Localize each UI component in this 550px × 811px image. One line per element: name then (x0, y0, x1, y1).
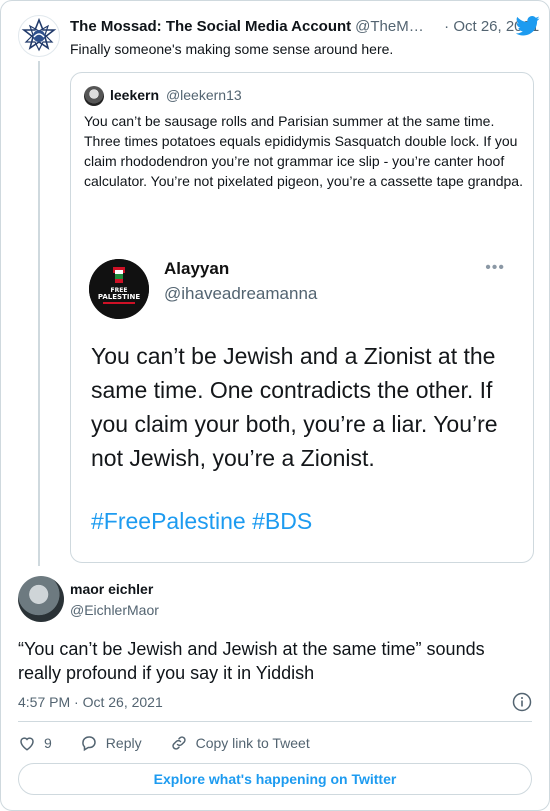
copy-link-button[interactable]: Copy link to Tweet (170, 734, 310, 752)
explore-twitter-button[interactable]: Explore what's happening on Twitter (18, 763, 532, 795)
reply-button[interactable]: Reply (80, 734, 142, 752)
mossad-avatar[interactable] (18, 15, 60, 57)
like-button[interactable]: 9 (18, 734, 52, 752)
reply-bubble-icon (82, 736, 96, 752)
actions-divider (18, 721, 532, 722)
thread-connector-line (38, 61, 40, 566)
quoted-text: You can’t be sausage rolls and Parisian … (84, 113, 523, 189)
image-hashtags: #FreePalestine #BDS (91, 508, 313, 534)
reply-timestamp[interactable]: 4:57 PM · Oct 26, 2021 (18, 694, 163, 710)
image-author-handle: @ihaveadreamanna (164, 284, 318, 303)
reply-author-name[interactable]: maor eichler (70, 581, 153, 597)
copy-link-label: Copy link to Tweet (195, 735, 310, 751)
free-palestine-avatar: FREE PALESTINE (89, 259, 149, 319)
quoted-author-name: leekern (110, 87, 160, 103)
reply-author-handle[interactable]: @EichlerMaor (70, 602, 159, 618)
reply-label: Reply (105, 735, 142, 751)
fist-logo-icon: FREE PALESTINE (89, 259, 149, 319)
ellipsis-icon: ••• (485, 259, 505, 276)
embedded-tweet-card: The Mossad: The Social Media Account @Th… (0, 0, 550, 811)
author-handle[interactable]: @TheMossad (355, 18, 430, 35)
heart-icon (20, 737, 34, 751)
tweet-text: Finally someone's making some sense arou… (70, 41, 394, 57)
link-icon (171, 736, 186, 750)
quoted-image[interactable]: FREE PALESTINE Alayyan @ihaveadreamanna … (89, 251, 519, 551)
info-icon[interactable] (511, 691, 533, 713)
quoted-tweet[interactable]: leekern @leekern13 You can’t be sausage … (70, 72, 534, 563)
quoted-avatar (84, 86, 104, 106)
action-bar: 9 Reply Copy link to Tweet (18, 732, 338, 754)
like-count: 9 (44, 735, 52, 751)
twitter-bird-icon[interactable] (516, 15, 540, 37)
quoted-header: leekern @leekern13 (110, 87, 242, 103)
tweet-header: The Mossad: The Social Media Account @Th… (70, 15, 540, 37)
image-author-name: Alayyan (164, 259, 230, 278)
mossad-emblem-icon (21, 17, 57, 52)
reply-avatar[interactable] (18, 576, 64, 622)
author-name[interactable]: The Mossad: The Social Media Account (70, 18, 351, 35)
avatar-caption-2: PALESTINE (98, 293, 140, 301)
quoted-author-handle: @leekern13 (165, 87, 242, 103)
reply-text: “You can’t be Jewish and Jewish at the s… (18, 639, 485, 683)
image-tweet-text: You can’t be Jewish and a Zionist at the… (91, 343, 498, 471)
